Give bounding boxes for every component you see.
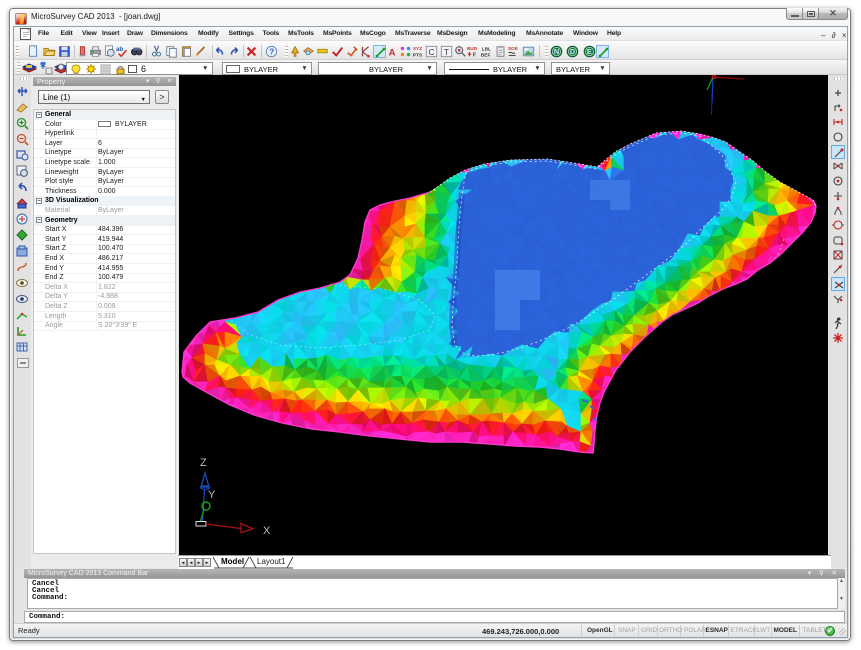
- svg-text:T: T: [443, 48, 448, 57]
- svg-text:PTS: PTS: [412, 52, 421, 58]
- svg-text:E: E: [586, 47, 591, 56]
- svg-text:A: A: [388, 47, 395, 58]
- svg-text:X: X: [263, 525, 271, 537]
- svg-text:D: D: [569, 47, 574, 56]
- svg-text:BEF: BEF: [480, 53, 490, 58]
- svg-text:BUD: BUD: [466, 46, 477, 52]
- svg-text:XYZ: XYZ: [412, 46, 421, 52]
- svg-text:SOE: SOE: [507, 46, 517, 52]
- svg-text:F: F: [472, 52, 475, 58]
- svg-text:ab: ab: [116, 47, 123, 53]
- svg-text:Z: Z: [200, 457, 207, 469]
- svg-text:N: N: [553, 47, 558, 56]
- svg-text:Y: Y: [208, 489, 216, 501]
- svg-text:C: C: [428, 48, 434, 57]
- svg-text:LBL: LBL: [481, 47, 490, 53]
- svg-text:?: ?: [269, 48, 274, 57]
